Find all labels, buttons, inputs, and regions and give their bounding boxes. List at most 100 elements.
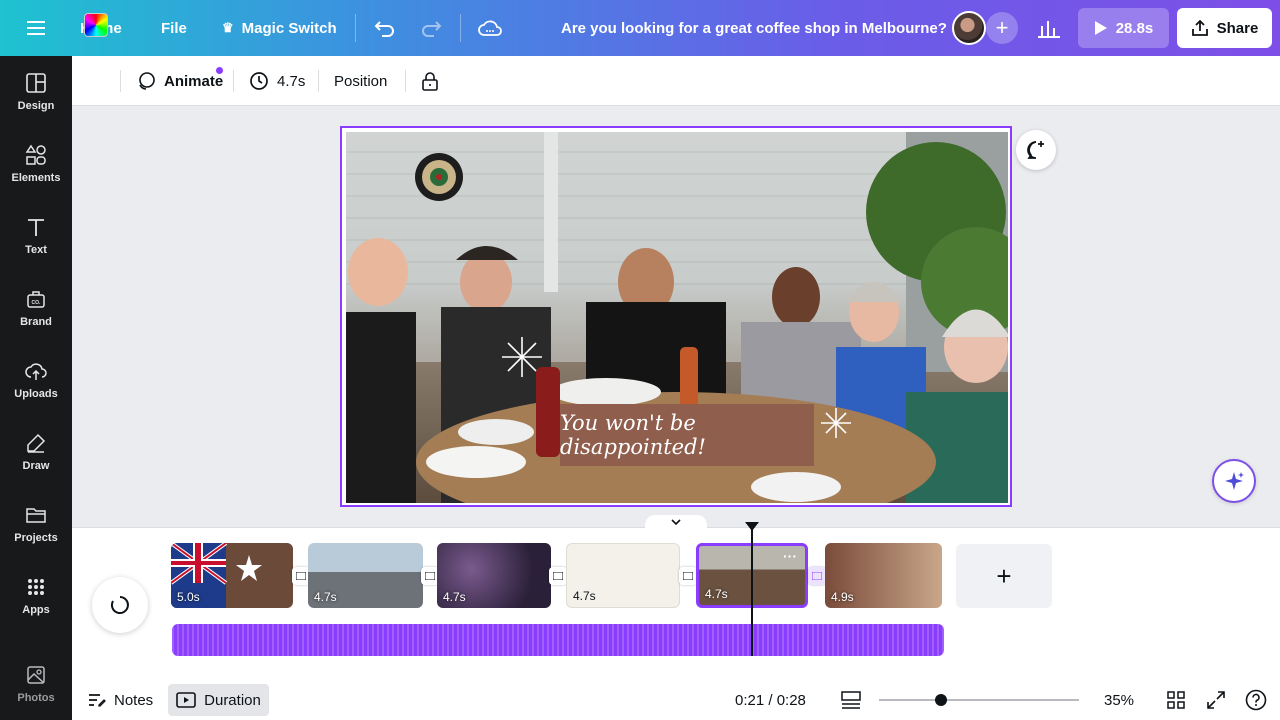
position-button[interactable]: Position [334,56,387,106]
magic-assistant-button[interactable] [1212,459,1256,503]
animate-button[interactable]: Animate [136,56,223,106]
zoom-level[interactable]: 35% [1104,680,1134,720]
clip-duration: 4.9s [831,590,854,604]
sidebar-label: Text [25,244,47,256]
collapse-timeline-button[interactable] [645,515,707,529]
transition-icon[interactable] [549,567,567,585]
caption-text-box[interactable]: You won't be disappointed! [560,404,814,466]
timeline-clip-1[interactable]: 5.0s [171,543,293,608]
insights-chart-icon[interactable] [1038,0,1060,56]
help-icon[interactable] [1245,680,1267,720]
undo-icon[interactable] [374,0,396,56]
duration-label: Duration [204,691,261,709]
transition-icon[interactable] [679,567,697,585]
clock-icon [250,72,268,90]
share-icon [1191,19,1208,36]
canvas-page[interactable]: You won't be disappointed! [340,126,1012,507]
sidebar-item-draw[interactable]: Draw [0,422,72,482]
sidebar-item-uploads[interactable]: Uploads [0,350,72,410]
notification-dot [216,67,223,74]
sidebar-label: Photos [17,692,55,704]
canvas-photo[interactable]: You won't be disappointed! [346,132,1008,503]
loading-spinner [92,577,148,633]
invite-plus-icon[interactable]: + [986,12,1018,44]
sidebar-item-brand[interactable]: CO. Brand [0,278,72,338]
top-bar: Home File ♛ Magic Switch Are you looking… [0,0,1280,56]
lock-icon[interactable] [421,56,439,106]
menu-icon[interactable] [27,0,45,56]
timeline-clip-3[interactable]: 4.7s [437,543,551,608]
zoom-slider-track[interactable] [879,699,1079,701]
grid-view-icon[interactable] [1167,680,1185,720]
clip-duration: 4.7s [705,587,728,601]
sidebar-label: Uploads [14,388,58,400]
animate-label: Animate [164,72,224,90]
file-menu[interactable]: File [161,0,187,56]
timeline-clip-4[interactable]: 4.7s [566,543,680,608]
uploads-icon [25,363,47,380]
sidebar-label: Brand [20,316,52,328]
sidebar-label: Design [17,100,55,112]
divider [120,70,121,92]
sidebar-label: Draw [22,460,50,472]
share-label: Share [1216,19,1259,37]
color-swatch [84,13,108,37]
apps-icon [28,579,44,595]
clip-duration: 5.0s [177,590,200,604]
divider [405,70,406,92]
play-button[interactable]: 28.8s [1078,8,1169,48]
transition-icon[interactable] [808,567,826,585]
animate-icon [139,72,155,90]
add-comment-button[interactable] [1016,130,1056,170]
play-icon [1094,21,1107,35]
photos-icon [27,666,45,684]
magic-switch-label: Magic Switch [241,19,337,37]
duration-button[interactable]: 4.7s [249,56,305,106]
cloud-sync-icon[interactable] [478,0,502,56]
timeline-clip-6[interactable]: 4.9s [825,543,942,608]
sidebar-label: Elements [11,172,61,184]
more-options-icon[interactable]: ··· [783,548,797,564]
zoom-slider-knob[interactable] [935,694,947,706]
avatar[interactable] [952,11,986,45]
duration-toggle-button[interactable]: Duration [168,684,269,716]
playhead[interactable] [751,525,753,656]
brand-icon: CO. [27,291,45,308]
video-icon [176,692,196,708]
playhead-handle[interactable] [745,522,759,532]
sidebar-item-photos[interactable]: Photos [0,654,72,714]
divider [318,70,319,92]
sidebar-item-elements[interactable]: Elements [0,134,72,194]
left-sidebar: Design Elements Text CO. Brand Uploads D… [0,56,72,720]
play-duration: 28.8s [1115,19,1154,37]
page-view-icon[interactable] [841,680,861,720]
sparkle-icon [1225,472,1244,490]
color-picker-button[interactable] [84,0,108,50]
redo-icon[interactable] [420,0,442,56]
spinner-icon [110,596,129,614]
timeline-clip-2[interactable]: 4.7s [308,543,423,608]
divider [233,70,234,92]
folder-icon [26,508,46,523]
design-title[interactable]: Are you looking for a great coffee shop … [561,0,947,56]
fullscreen-icon[interactable] [1207,680,1225,720]
sidebar-item-projects[interactable]: Projects [0,494,72,554]
notes-button[interactable]: Notes [88,680,153,720]
sidebar-item-design[interactable]: Design [0,62,72,122]
sidebar-label: Apps [22,604,50,616]
notes-label: Notes [114,691,154,709]
comment-plus-icon [1027,141,1044,159]
magic-switch-button[interactable]: ♛ Magic Switch [222,0,337,56]
duration-value: 4.7s [277,72,306,90]
svg-text:CO.: CO. [32,300,42,306]
sidebar-item-text[interactable]: Text [0,206,72,266]
clip-duration: 4.7s [314,590,337,604]
elements-icon [25,144,46,165]
add-page-button[interactable]: + [956,544,1052,608]
audio-track[interactable] [172,624,944,656]
text-icon [28,219,44,236]
notes-icon [89,694,106,707]
sidebar-label: Projects [14,532,58,544]
sidebar-item-apps[interactable]: Apps [0,566,72,626]
share-button[interactable]: Share [1177,8,1272,48]
